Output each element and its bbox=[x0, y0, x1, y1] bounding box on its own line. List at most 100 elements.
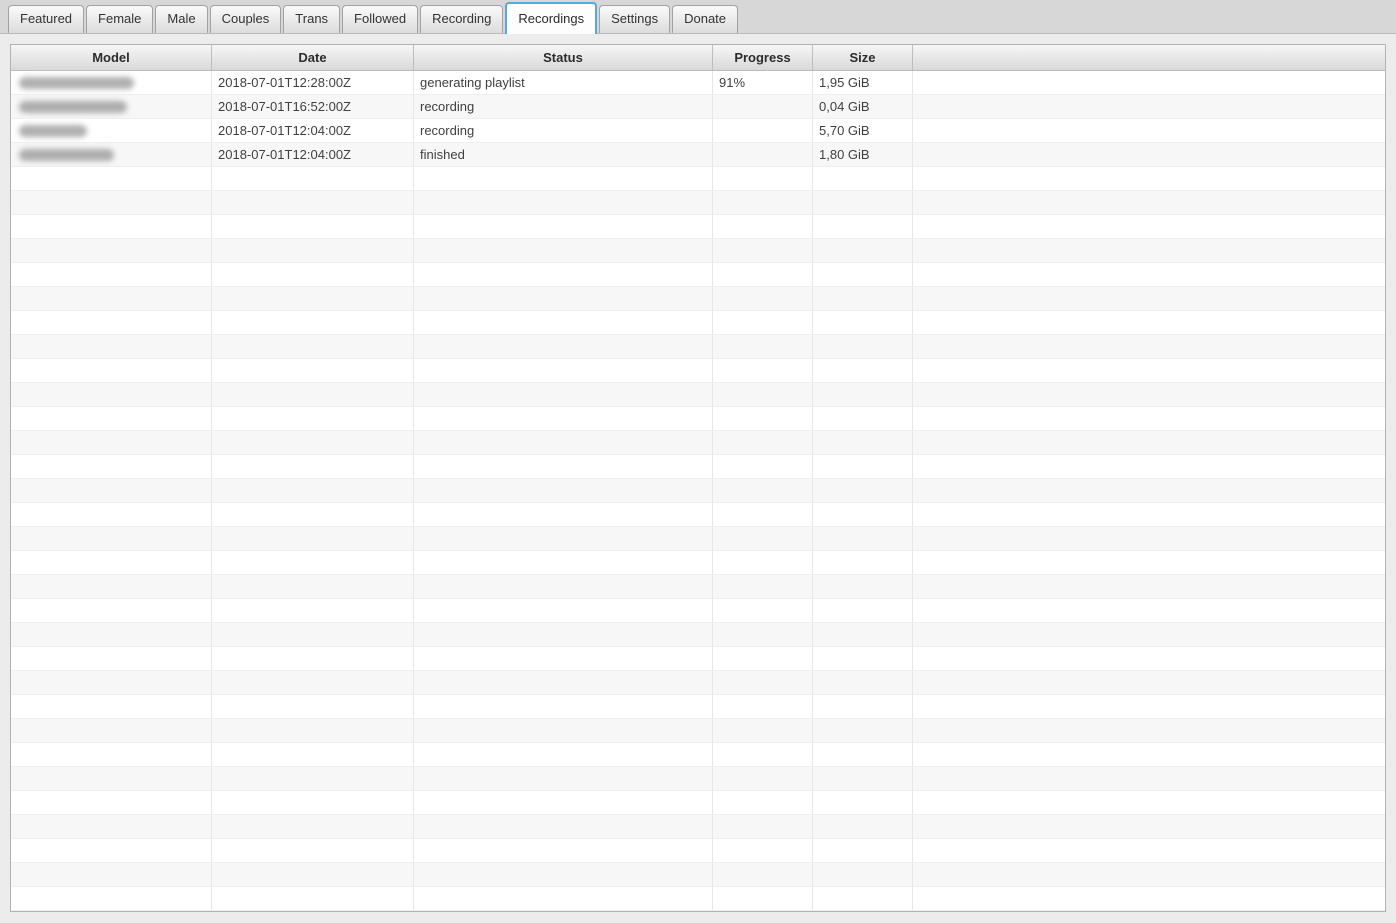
cell-model bbox=[11, 647, 212, 670]
column-header-model[interactable]: Model bbox=[11, 45, 212, 70]
cell-status bbox=[414, 791, 713, 814]
cell-size bbox=[813, 167, 913, 190]
cell-date bbox=[212, 239, 414, 262]
tab-male[interactable]: Male bbox=[155, 5, 208, 33]
cell-size bbox=[813, 743, 913, 766]
tab-bar: Featured Female Male Couples Trans Followed Re… bbox=[0, 0, 1396, 34]
cell-filler bbox=[913, 695, 1385, 718]
cell-status bbox=[414, 191, 713, 214]
table-row[interactable]: 2018-07-01T16:52:00Z recording 0,04 GiB bbox=[11, 95, 1385, 119]
cell-filler bbox=[913, 815, 1385, 838]
cell-filler bbox=[913, 455, 1385, 478]
cell-filler bbox=[913, 839, 1385, 862]
cell-date bbox=[212, 695, 414, 718]
cell-status bbox=[414, 335, 713, 358]
cell-date bbox=[212, 527, 414, 550]
cell-status bbox=[414, 719, 713, 742]
tab-female[interactable]: Female bbox=[86, 5, 154, 33]
column-header-size[interactable]: Size bbox=[813, 45, 913, 70]
cell-filler bbox=[913, 239, 1385, 262]
table-header: Model Date Status Progress Size bbox=[11, 45, 1385, 71]
cell-status bbox=[414, 743, 713, 766]
cell-status: finished bbox=[414, 143, 713, 166]
cell-size bbox=[813, 407, 913, 430]
cell-size bbox=[813, 887, 913, 910]
column-header-progress[interactable]: Progress bbox=[713, 45, 813, 70]
table-row[interactable]: 2018-07-01T12:04:00Z finished 1,80 GiB bbox=[11, 143, 1385, 167]
column-header-filler bbox=[913, 45, 1385, 70]
cell-size bbox=[813, 863, 913, 886]
cell-status bbox=[414, 383, 713, 406]
cell-progress bbox=[713, 335, 813, 358]
tab-recordings[interactable]: Recordings bbox=[505, 2, 598, 34]
cell-progress bbox=[713, 887, 813, 910]
cell-filler bbox=[913, 623, 1385, 646]
tab-recording[interactable]: Recording bbox=[420, 5, 504, 33]
cell-date bbox=[212, 767, 414, 790]
cell-status bbox=[414, 503, 713, 526]
cell-model bbox=[11, 119, 212, 142]
cell-progress bbox=[713, 191, 813, 214]
cell-progress bbox=[713, 575, 813, 598]
tab-followed[interactable]: Followed bbox=[342, 5, 419, 33]
cell-filler bbox=[913, 335, 1385, 358]
table-row[interactable]: 2018-07-01T12:04:00Z recording 5,70 GiB bbox=[11, 119, 1385, 143]
cell-status bbox=[414, 671, 713, 694]
cell-progress bbox=[713, 143, 813, 166]
table-row-empty bbox=[11, 215, 1385, 239]
cell-filler bbox=[913, 359, 1385, 382]
cell-size bbox=[813, 623, 913, 646]
cell-date bbox=[212, 743, 414, 766]
cell-filler bbox=[913, 671, 1385, 694]
column-header-status[interactable]: Status bbox=[414, 45, 713, 70]
cell-date bbox=[212, 575, 414, 598]
cell-date bbox=[212, 863, 414, 886]
cell-filler bbox=[913, 551, 1385, 574]
cell-status bbox=[414, 551, 713, 574]
cell-status bbox=[414, 239, 713, 262]
cell-status bbox=[414, 887, 713, 910]
cell-filler bbox=[913, 287, 1385, 310]
table-row-empty bbox=[11, 455, 1385, 479]
cell-filler bbox=[913, 863, 1385, 886]
cell-status bbox=[414, 767, 713, 790]
cell-size bbox=[813, 431, 913, 454]
table-row-empty bbox=[11, 311, 1385, 335]
cell-filler bbox=[913, 743, 1385, 766]
cell-filler bbox=[913, 263, 1385, 286]
tab-trans[interactable]: Trans bbox=[283, 5, 341, 33]
cell-date: 2018-07-01T12:28:00Z bbox=[212, 71, 414, 94]
table-row-empty bbox=[11, 695, 1385, 719]
tab-featured[interactable]: Featured bbox=[8, 5, 85, 33]
tab-settings[interactable]: Settings bbox=[599, 5, 671, 33]
cell-size bbox=[813, 287, 913, 310]
cell-filler bbox=[913, 191, 1385, 214]
cell-progress bbox=[713, 407, 813, 430]
cell-filler bbox=[913, 575, 1385, 598]
cell-date bbox=[212, 335, 414, 358]
tab-couples[interactable]: Couples bbox=[209, 5, 282, 33]
column-header-date[interactable]: Date bbox=[212, 45, 414, 70]
cell-date bbox=[212, 839, 414, 862]
cell-filler bbox=[913, 95, 1385, 118]
cell-size bbox=[813, 815, 913, 838]
cell-size bbox=[813, 239, 913, 262]
cell-date bbox=[212, 191, 414, 214]
table-row-empty bbox=[11, 383, 1385, 407]
cell-status bbox=[414, 311, 713, 334]
cell-model bbox=[11, 359, 212, 382]
table-row-empty bbox=[11, 839, 1385, 863]
tab-donate[interactable]: Donate bbox=[672, 5, 739, 33]
table-row-empty bbox=[11, 551, 1385, 575]
table-row[interactable]: 2018-07-01T12:28:00Z generating playlist… bbox=[11, 71, 1385, 95]
cell-date bbox=[212, 887, 414, 910]
cell-filler bbox=[913, 503, 1385, 526]
table-row-empty bbox=[11, 671, 1385, 695]
cell-model bbox=[11, 431, 212, 454]
cell-filler bbox=[913, 143, 1385, 166]
cell-model bbox=[11, 623, 212, 646]
cell-progress bbox=[713, 647, 813, 670]
cell-status bbox=[414, 455, 713, 478]
cell-progress bbox=[713, 671, 813, 694]
cell-progress bbox=[713, 695, 813, 718]
